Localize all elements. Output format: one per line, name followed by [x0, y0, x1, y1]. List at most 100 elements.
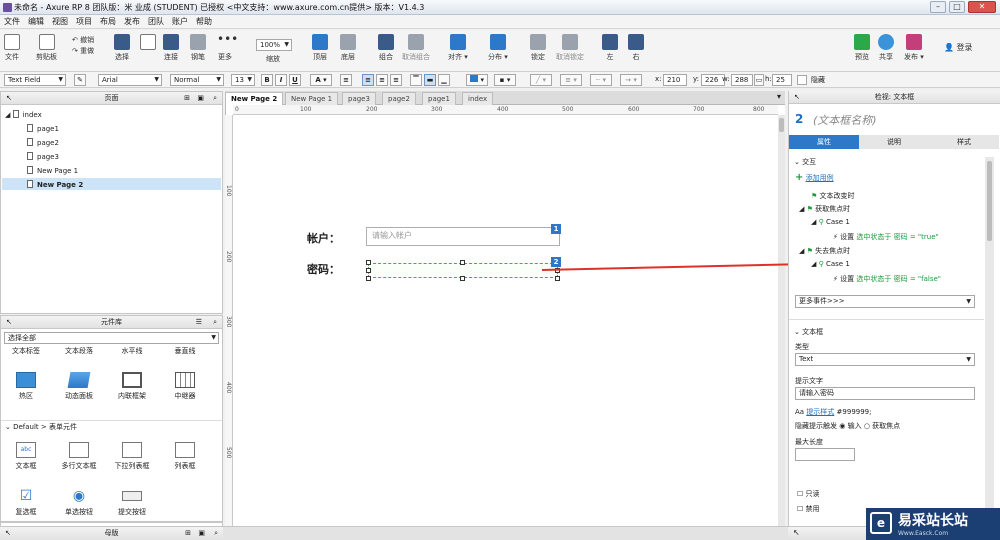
- left-button[interactable]: 左: [602, 34, 618, 62]
- bring-to-front-button[interactable]: 顶层: [312, 34, 328, 62]
- login-button[interactable]: 👤 登录: [944, 42, 973, 53]
- menu-help[interactable]: 帮助: [196, 15, 212, 28]
- widget-horizontal-line[interactable]: 水平线: [111, 346, 153, 356]
- fill-color-button[interactable]: ▾: [466, 74, 488, 86]
- more-events-select[interactable]: 更多事件>>> ▼: [795, 295, 975, 308]
- tab-properties[interactable]: 属性: [789, 135, 859, 149]
- resize-handle[interactable]: [460, 260, 465, 265]
- collapse-icon[interactable]: ↖: [5, 527, 11, 539]
- widget-radio-button[interactable]: ◉ 单选按钮: [58, 488, 100, 517]
- event-focus[interactable]: ◢ ⚑ 获取焦点时: [799, 204, 850, 214]
- select-tool[interactable]: 选择: [114, 34, 130, 62]
- tree-item-page3[interactable]: page3: [27, 152, 59, 161]
- disabled-row[interactable]: ☐ 禁用: [797, 504, 820, 514]
- tab-page1[interactable]: page1: [422, 92, 456, 105]
- tab-style[interactable]: 样式: [929, 135, 999, 149]
- font-size-select[interactable]: 13 ▼: [231, 74, 255, 86]
- lock-aspect-button[interactable]: ▭: [754, 74, 764, 86]
- tab-page2[interactable]: page2: [382, 92, 416, 105]
- group-button[interactable]: 组合: [378, 34, 394, 62]
- resize-handle[interactable]: [366, 268, 371, 273]
- redo-button[interactable]: ↷ 重做: [72, 46, 94, 56]
- tab-page3[interactable]: page3: [342, 92, 376, 105]
- align-right-button[interactable]: ≡: [390, 74, 402, 86]
- bold-button[interactable]: B: [261, 74, 273, 86]
- library-section-header[interactable]: ⌄ Default > 表单元件: [1, 420, 222, 432]
- line-color-button[interactable]: ╱ ▾: [530, 74, 552, 86]
- align-left-button[interactable]: ≡: [362, 74, 374, 86]
- inspector-scroll-thumb[interactable]: [987, 161, 992, 241]
- preview-button[interactable]: 预览: [854, 34, 870, 62]
- tab-index[interactable]: index: [462, 92, 494, 105]
- event-blur[interactable]: ◢ ⚑ 失去焦点时: [799, 246, 850, 256]
- widget-vertical-line[interactable]: 垂直线: [164, 346, 206, 356]
- publish-button[interactable]: 发布 ▾: [904, 34, 924, 62]
- zoom-select[interactable]: 100% ▼: [256, 39, 292, 51]
- library-filter-select[interactable]: 选择全部 ▼: [4, 332, 219, 344]
- maximize-button[interactable]: □: [949, 1, 965, 13]
- collapse-icon[interactable]: ↖: [6, 316, 12, 328]
- right-button[interactable]: 右: [628, 34, 644, 62]
- account-textfield[interactable]: 请输入帐户: [366, 227, 560, 246]
- tab-new-page-2[interactable]: New Page 2: [225, 92, 284, 105]
- radio-selected-icon[interactable]: ◉: [839, 422, 845, 430]
- x-input[interactable]: 210: [663, 74, 687, 86]
- italic-button[interactable]: I: [275, 74, 287, 86]
- shadow-button[interactable]: ▪ ▾: [494, 74, 516, 86]
- radio-empty-icon[interactable]: ○: [864, 422, 870, 430]
- underline-button[interactable]: U: [289, 74, 301, 86]
- widget-hotspot[interactable]: 热区: [5, 372, 47, 401]
- tree-item-new-page-1[interactable]: New Page 1: [27, 166, 78, 175]
- menu-team[interactable]: 团队: [148, 15, 164, 28]
- menu-icon[interactable]: ☰: [196, 316, 202, 328]
- search-icon[interactable]: ⌕: [214, 527, 218, 539]
- hint-input[interactable]: 请输入密码: [795, 387, 975, 400]
- ungroup-button[interactable]: 取消组合: [402, 34, 430, 62]
- widget-droplist[interactable]: 下拉列表框: [111, 442, 153, 471]
- select-mode-button[interactable]: [140, 34, 156, 52]
- font-family-select[interactable]: Arial ▼: [98, 74, 162, 86]
- resize-handle[interactable]: [555, 276, 560, 281]
- send-to-back-button[interactable]: 底层: [340, 34, 356, 62]
- align-button[interactable]: 对齐 ▾: [448, 34, 468, 62]
- widget-text-area[interactable]: 多行文本框: [58, 442, 100, 471]
- tab-new-page-1[interactable]: New Page 1: [285, 92, 339, 105]
- hidden-checkbox[interactable]: [797, 75, 807, 85]
- menu-project[interactable]: 项目: [76, 15, 92, 28]
- widget-name-input[interactable]: (文本框名称): [813, 112, 877, 128]
- w-input[interactable]: 288: [731, 74, 753, 86]
- widget-list-box[interactable]: 列表框: [164, 442, 206, 471]
- menu-edit[interactable]: 编辑: [28, 15, 44, 28]
- search-icon[interactable]: ⌕: [213, 92, 217, 104]
- clipboard-button[interactable]: 剪贴板: [36, 34, 57, 62]
- case-item[interactable]: ◢ ⚲ Case 1: [811, 260, 850, 268]
- widget-text-field[interactable]: abc 文本框: [5, 442, 47, 471]
- action-item[interactable]: ⚡ 设置 选中状态于 密码 = "false": [833, 274, 941, 284]
- widget-paragraph[interactable]: 文本段落: [58, 346, 100, 356]
- menu-account[interactable]: 账户: [172, 15, 188, 28]
- tree-item-page2[interactable]: page2: [27, 138, 59, 147]
- font-color-button[interactable]: A ▾: [310, 74, 332, 86]
- widget-submit-button[interactable]: 提交按钮: [111, 488, 153, 517]
- hint-style-row[interactable]: Aa 提示样式 #999999;: [795, 407, 872, 417]
- maxlen-input[interactable]: [795, 448, 855, 461]
- line-width-button[interactable]: ≡ ▾: [560, 74, 582, 86]
- interaction-section[interactable]: ⌄ 交互: [794, 157, 816, 167]
- connect-tool[interactable]: 连接: [163, 34, 179, 62]
- tree-item-page1[interactable]: page1: [27, 124, 59, 133]
- style-manager-button[interactable]: ✎: [74, 74, 86, 86]
- widget-checkbox[interactable]: ☑ 复选框: [5, 488, 47, 517]
- action-item[interactable]: ⚡ 设置 选中状态于 密码 = "true": [833, 232, 939, 242]
- arrow-style-button[interactable]: → ▾: [620, 74, 642, 86]
- event-text-change[interactable]: ⚑ 文本改变时: [811, 191, 855, 201]
- collapse-icon[interactable]: ↖: [794, 91, 800, 103]
- widget-text-label[interactable]: 文本标签: [5, 346, 47, 356]
- bullet-list-button[interactable]: ≡: [340, 74, 352, 86]
- h-input[interactable]: 25: [772, 74, 792, 86]
- case-item[interactable]: ◢ ⚲ Case 1: [811, 218, 850, 226]
- pen-tool[interactable]: 钢笔: [190, 34, 206, 62]
- tab-list-icon[interactable]: ▾: [777, 92, 781, 101]
- search-icon[interactable]: ⌕: [213, 316, 217, 328]
- collapse-icon[interactable]: ↖: [6, 92, 12, 104]
- close-button[interactable]: ✕: [968, 1, 996, 13]
